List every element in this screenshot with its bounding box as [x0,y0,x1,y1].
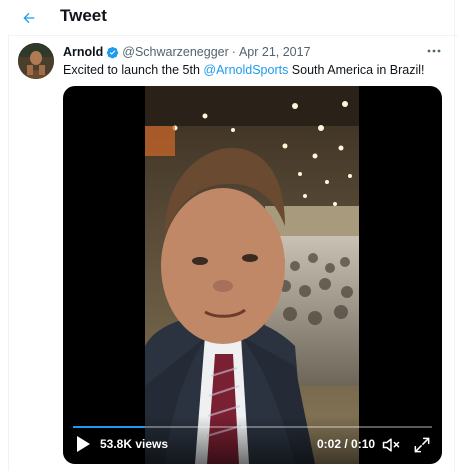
header-divider [8,35,458,36]
progress-fill [73,426,145,428]
time-display: 0:02 / 0:10 [317,437,376,451]
avatar-image [18,43,54,79]
mute-button[interactable] [381,435,401,455]
tweet-date[interactable]: Apr 21, 2017 [239,44,311,60]
author-handle[interactable]: @Schwarzenegger [122,44,229,60]
progress-bar[interactable] [73,426,432,428]
mention-link[interactable]: @ArnoldSports [203,63,288,77]
tweet-text-end: South America in Brazil! [288,63,425,77]
play-button[interactable] [75,435,91,453]
volume-muted-icon [382,438,400,452]
video-still [145,86,359,464]
column-border-left [8,35,9,471]
view-count: 53.8K views [100,437,169,451]
author-name[interactable]: Arnold [63,44,103,60]
back-button[interactable] [16,5,42,31]
fullscreen-button[interactable] [412,435,432,455]
avatar[interactable] [18,43,54,79]
more-horizontal-icon [427,49,441,53]
video-frame [145,86,359,464]
video-player[interactable]: 53.8K views 0:02 / 0:10 [63,86,442,464]
page-header: Tweet [0,0,458,36]
page-title: Tweet [60,6,107,25]
column-border-right [454,0,455,471]
verified-badge-icon [106,46,119,59]
arrow-left-icon [23,12,35,24]
fullscreen-icon [414,437,430,453]
meta-separator: · [231,45,236,59]
tweet-text-start: Excited to launch the 5th [63,63,204,77]
tweet-text: Excited to launch the 5th @ArnoldSports … [63,62,425,78]
tweet-meta: Arnold @Schwarzenegger · Apr 21, 2017 [63,44,311,60]
more-button[interactable] [424,42,444,60]
video-controls: 53.8K views 0:02 / 0:10 [63,416,442,464]
play-icon [77,436,90,452]
